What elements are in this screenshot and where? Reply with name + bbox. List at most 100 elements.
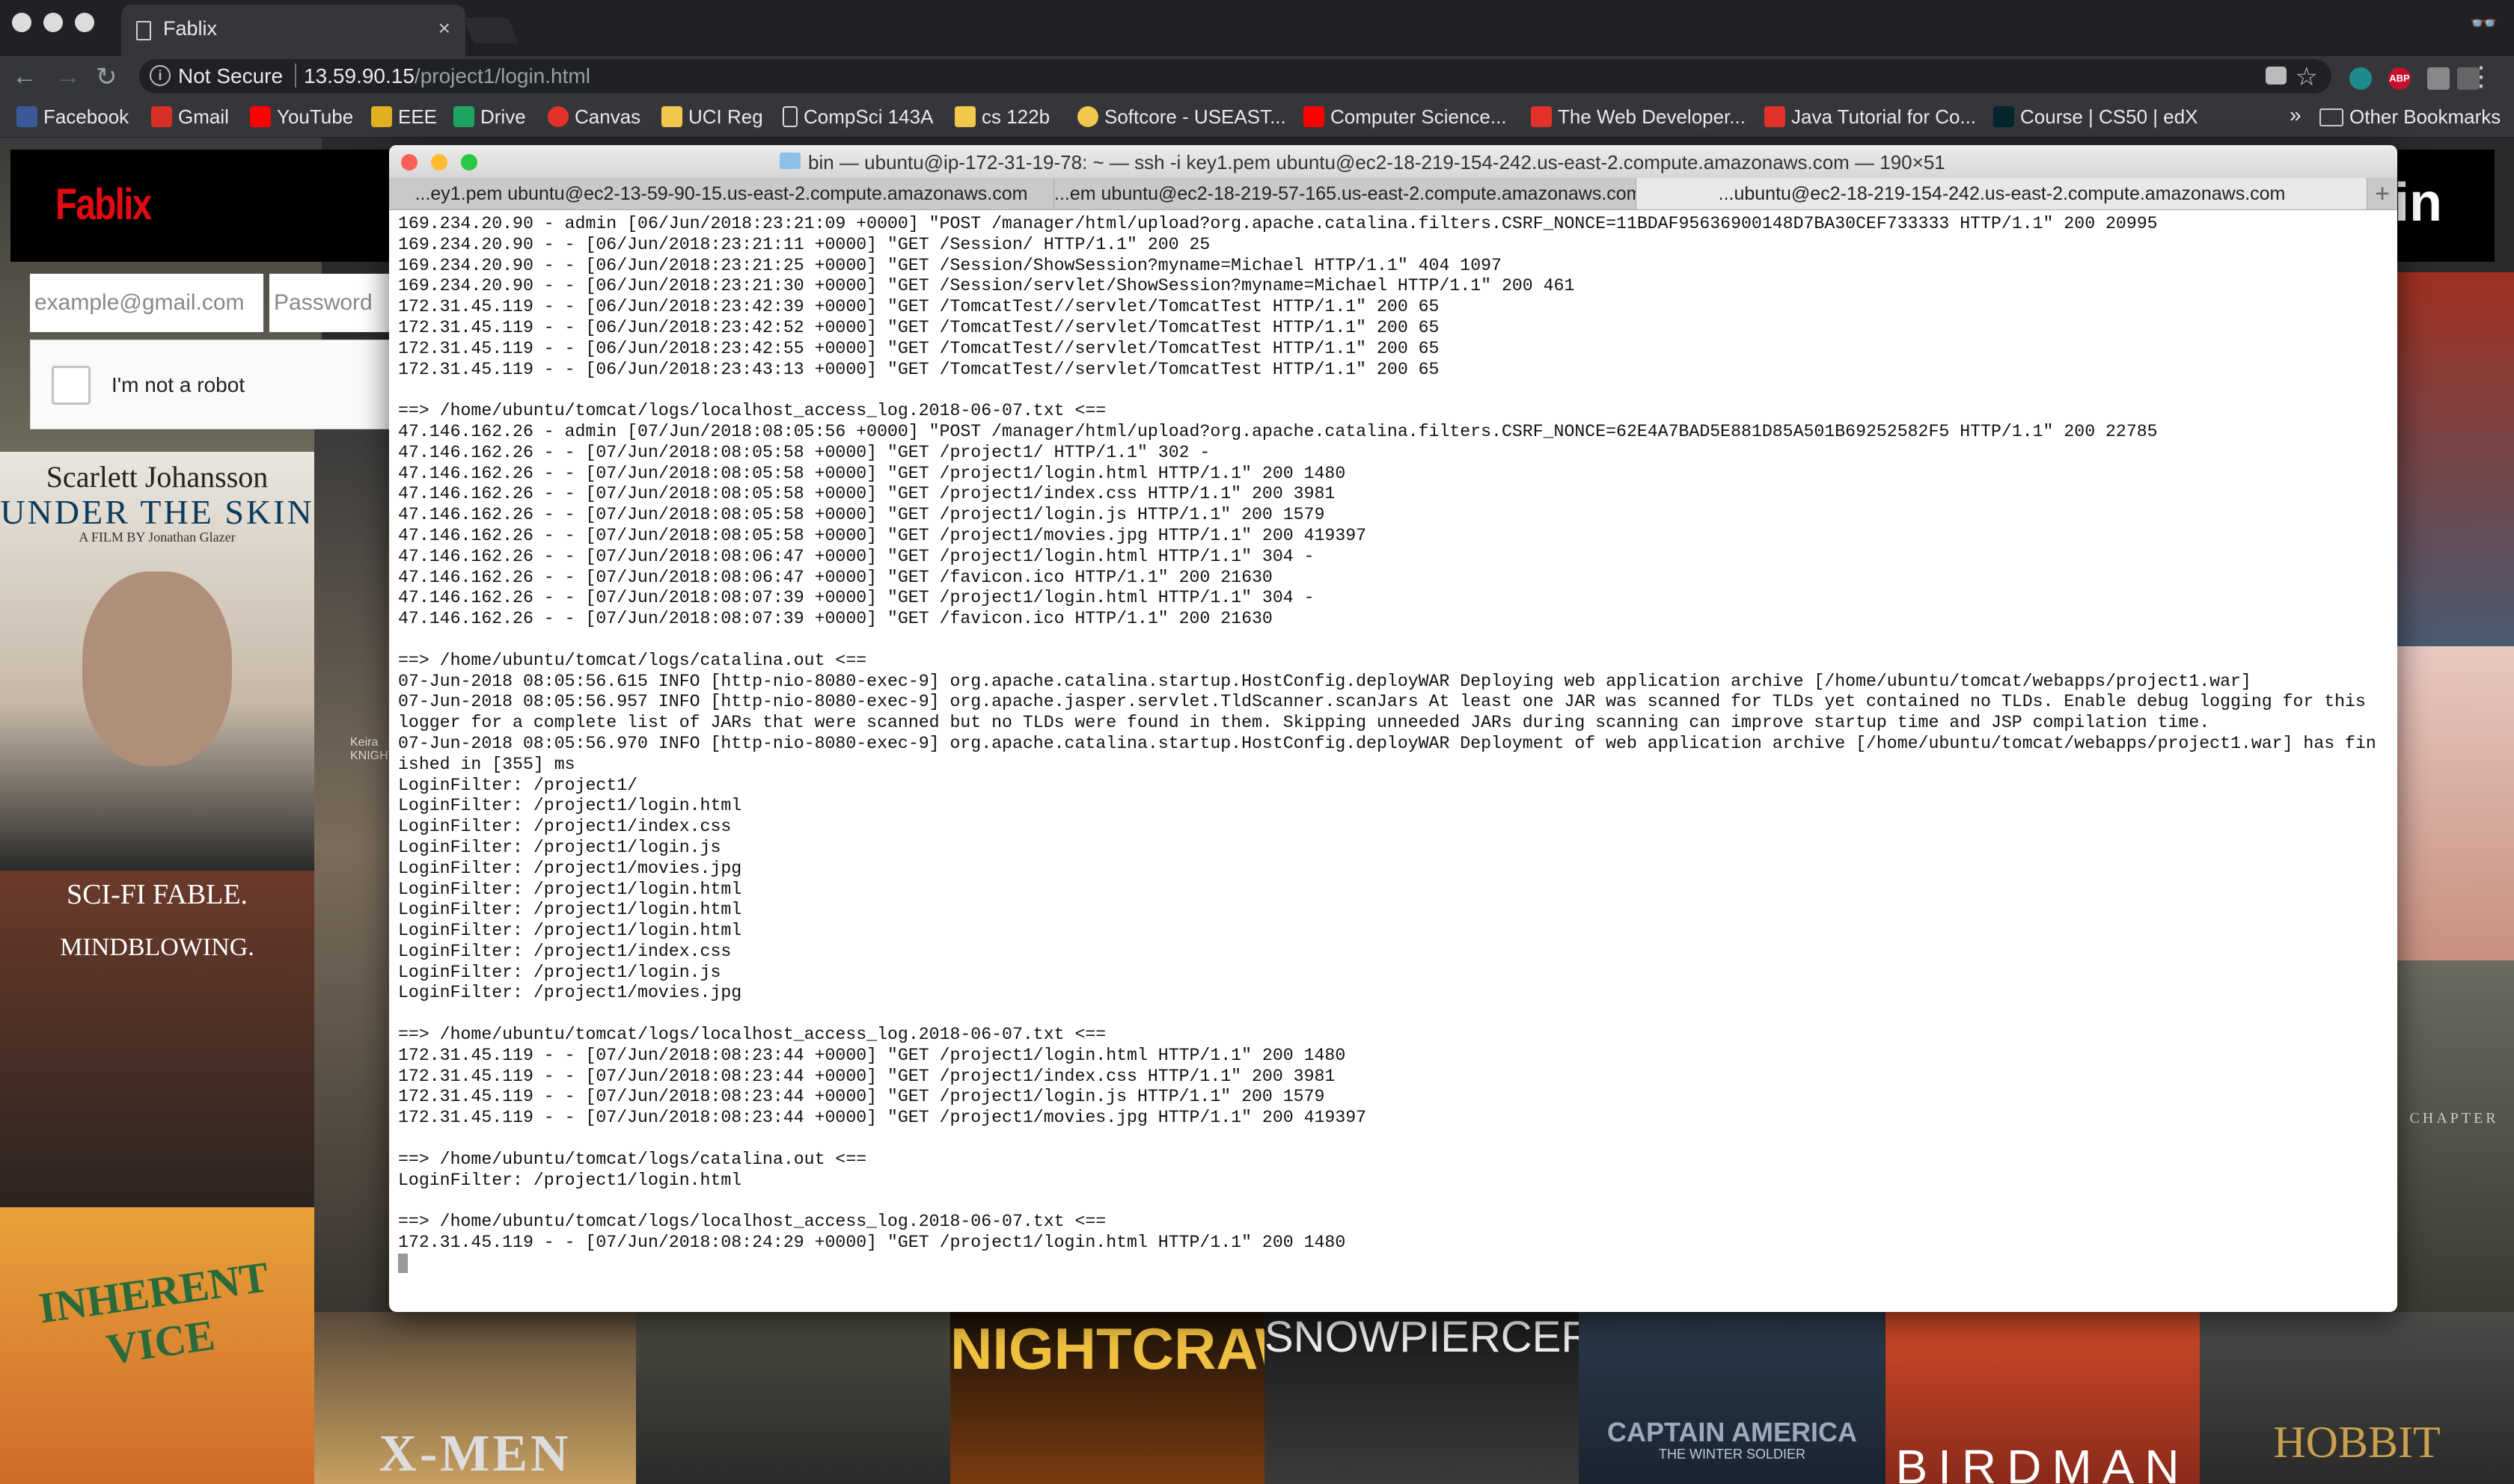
bookmark-item[interactable]: The Web Developer... bbox=[1531, 105, 1746, 129]
tab-close-icon[interactable]: × bbox=[438, 16, 450, 40]
url-path: /project1/login.html bbox=[414, 64, 590, 88]
terminal-line: 47.146.162.26 - - [07/Jun/2018:08:05:58 … bbox=[398, 505, 1325, 525]
terminal-line: ==> /home/ubuntu/tomcat/logs/localhost_a… bbox=[398, 1212, 1107, 1232]
bookmark-item[interactable]: YouTube bbox=[250, 105, 353, 129]
terminal-tab-1[interactable]: ...ey1.pem ubuntu@ec2-13-59-90-15.us-eas… bbox=[389, 178, 1053, 209]
terminal-line: LoginFilter: /project1/index.css bbox=[398, 941, 732, 961]
camera-blocked-icon[interactable] bbox=[2266, 67, 2287, 85]
bookmark-item[interactable]: cs 122b bbox=[955, 105, 1050, 129]
recaptcha-checkbox[interactable] bbox=[52, 366, 91, 405]
bookmark-label: Course | CS50 | edX bbox=[2020, 105, 2198, 128]
poster-tile bbox=[2394, 646, 2514, 960]
terminal-line: 47.146.162.26 - - [07/Jun/2018:08:05:58 … bbox=[398, 525, 1367, 545]
bookmark-label: YouTube bbox=[277, 105, 354, 128]
reload-icon[interactable]: ↻ bbox=[96, 62, 117, 92]
terminal-line: 47.146.162.26 - - [07/Jun/2018:08:05:58 … bbox=[398, 484, 1336, 504]
extension-icon-2[interactable] bbox=[2427, 67, 2450, 90]
terminal-close-button[interactable] bbox=[401, 154, 418, 171]
poster-tile bbox=[636, 1312, 950, 1484]
youtube-icon bbox=[1303, 106, 1324, 127]
minimize-window-button[interactable] bbox=[43, 13, 63, 32]
terminal-line: LoginFilter: /project1/movies.jpg bbox=[398, 983, 742, 1003]
terminal-line: ==> /home/ubuntu/tomcat/logs/catalina.ou… bbox=[398, 1149, 867, 1169]
email-field[interactable]: example@gmail.com bbox=[30, 274, 263, 332]
poster-text: THE WINTER SOLDIER bbox=[1658, 1447, 1805, 1462]
browser-menu-icon[interactable]: ⋮ bbox=[2468, 61, 2495, 92]
bookmark-item[interactable]: Softcore - USEAST... bbox=[1077, 105, 1286, 129]
password-field[interactable]: Password bbox=[269, 274, 397, 332]
url-host: 13.59.90.15 bbox=[304, 64, 415, 88]
poster-text: NIGHTCRAWLER bbox=[950, 1316, 1264, 1382]
bookmark-item[interactable]: Course | CS50 | edX bbox=[1993, 105, 2198, 129]
terminal-line: ==> /home/ubuntu/tomcat/logs/catalina.ou… bbox=[398, 650, 867, 670]
bookmark-item[interactable]: Computer Science... bbox=[1303, 105, 1507, 129]
terminal-cursor-line bbox=[398, 1253, 2394, 1276]
poster-tile: SCI-FI FABLE. MINDBLOWING. bbox=[0, 871, 314, 1207]
browser-tab-fablix[interactable]: Fablix × bbox=[121, 4, 465, 56]
zoom-window-button[interactable] bbox=[75, 13, 94, 32]
poster-face bbox=[82, 571, 232, 766]
info-icon[interactable]: i bbox=[150, 65, 171, 86]
bookmark-star-icon[interactable]: ☆ bbox=[2296, 62, 2318, 92]
other-bookmarks-folder[interactable]: Other Bookmarks bbox=[2319, 105, 2501, 129]
bookmark-item[interactable]: Drive bbox=[453, 105, 526, 129]
terminal-line: 169.234.20.90 - admin [06/Jun/2018:23:21… bbox=[398, 214, 2158, 233]
bookmark-item[interactable]: Gmail bbox=[151, 105, 229, 129]
terminal-zoom-button[interactable] bbox=[461, 154, 477, 171]
poster-text: X-MEN bbox=[379, 1425, 572, 1483]
terminal-line: 172.31.45.119 - - [06/Jun/2018:23:42:39 … bbox=[398, 297, 1440, 317]
terminal-line: LoginFilter: /project1/ bbox=[398, 775, 638, 795]
terminal-output[interactable]: 169.234.20.90 - admin [06/Jun/2018:23:21… bbox=[398, 214, 2394, 1312]
url-text[interactable]: 13.59.90.15/project1/login.html bbox=[304, 64, 590, 88]
bookmark-item[interactable]: Facebook bbox=[16, 105, 129, 129]
document-icon bbox=[783, 106, 798, 127]
close-window-button[interactable] bbox=[12, 13, 31, 32]
terminal-window: bin — ubuntu@ip-172-31-19-78: ~ — ssh -i… bbox=[389, 145, 2397, 1312]
bookmark-item[interactable]: Canvas bbox=[548, 105, 640, 129]
poster-text: BIRDMAN bbox=[1895, 1440, 2190, 1484]
canvas-icon bbox=[548, 106, 569, 127]
bookmark-label: EEE bbox=[398, 105, 438, 128]
bookmark-item[interactable]: Java Tutorial for Co... bbox=[1764, 105, 1976, 129]
new-tab-button[interactable] bbox=[463, 18, 519, 43]
terminal-tab-2[interactable]: ...em ubuntu@ec2-18-219-57-165.us-east-2… bbox=[1053, 178, 1636, 209]
extension-icon[interactable] bbox=[2349, 67, 2372, 90]
back-icon[interactable]: ← bbox=[12, 62, 37, 91]
poster-xmen: X-MEN bbox=[314, 1312, 636, 1484]
bookmark-item[interactable]: CompSci 143A bbox=[783, 105, 933, 129]
poster-text: HOBBIT bbox=[2273, 1417, 2441, 1467]
terminal-line: 07-Jun-2018 08:05:56.957 INFO [http-nio-… bbox=[398, 692, 2366, 712]
terminal-title-bar[interactable]: bin — ubuntu@ip-172-31-19-78: ~ — ssh -i… bbox=[389, 145, 2397, 178]
terminal-line: LoginFilter: /project1/login.html bbox=[398, 879, 742, 899]
poster-captain-america: CAPTAIN AMERICA THE WINTER SOLDIER bbox=[1579, 1312, 1886, 1484]
terminal-line: 169.234.20.90 - - [06/Jun/2018:23:21:11 … bbox=[398, 234, 1211, 254]
bookmarks-bar: Facebook Gmail YouTube EEE Drive Canvas … bbox=[0, 97, 2514, 138]
tab-title: Fablix bbox=[163, 17, 218, 40]
bookmark-label: Computer Science... bbox=[1330, 105, 1507, 128]
bookmark-item[interactable]: UCI Reg bbox=[661, 105, 763, 129]
bookmark-label: Gmail bbox=[178, 105, 229, 128]
bookmark-item[interactable]: EEE bbox=[371, 105, 437, 129]
terminal-line: 47.146.162.26 - - [07/Jun/2018:08:06:47 … bbox=[398, 567, 1273, 587]
browser-tab-bar: Fablix × 👓 bbox=[0, 0, 2514, 56]
gmail-icon bbox=[151, 106, 172, 127]
adblock-icon[interactable]: ABP bbox=[2388, 67, 2411, 90]
poster-text: Keira KNIGHTL bbox=[350, 736, 389, 762]
terminal-new-tab-button[interactable]: + bbox=[2367, 178, 2397, 209]
terminal-cursor bbox=[398, 1253, 408, 1273]
forward-icon[interactable]: → bbox=[55, 62, 81, 91]
bookmark-label: cs 122b bbox=[982, 105, 1050, 128]
poster-snowpiercer: SNOWPIERCER bbox=[1264, 1312, 1579, 1484]
bookmarks-overflow-button[interactable]: » bbox=[2290, 103, 2302, 127]
fablix-logo[interactable]: Fablix bbox=[55, 180, 152, 230]
poster-text: CHAPTER bbox=[2409, 1110, 2499, 1126]
terminal-minimize-button[interactable] bbox=[431, 154, 447, 171]
bookmark-label: Facebook bbox=[43, 105, 129, 128]
terminal-tab-3[interactable]: ...ubuntu@ec2-18-219-154-242.us-east-2.c… bbox=[1636, 178, 2367, 209]
poster-text: UNDER THE SKIN bbox=[0, 493, 314, 531]
address-bar[interactable]: i Not Secure 13.59.90.15/project1/login.… bbox=[139, 59, 2331, 93]
other-bookmarks-label: Other Bookmarks bbox=[2349, 105, 2501, 128]
terminal-line: LoginFilter: /project1/login.js bbox=[398, 837, 721, 857]
